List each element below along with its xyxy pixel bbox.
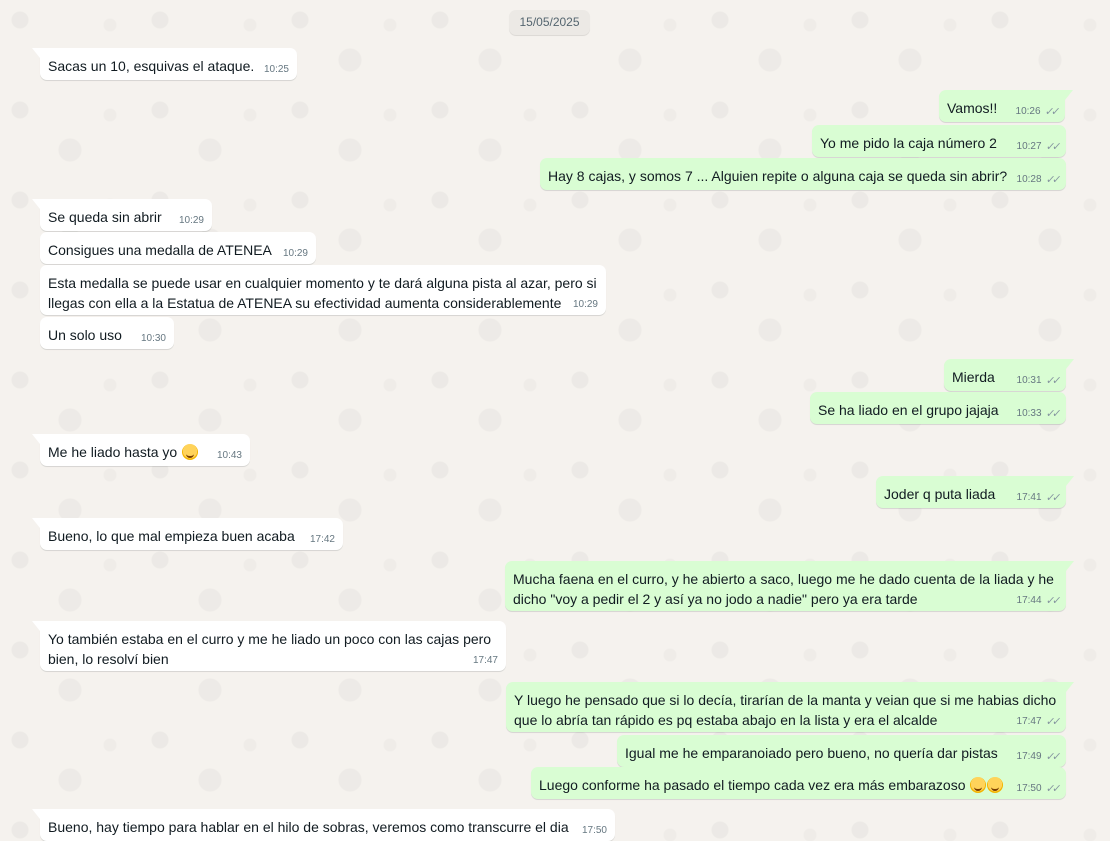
message-time: 17:42 bbox=[309, 534, 335, 545]
message-meta: 10:26 ✓✓ bbox=[1015, 106, 1058, 118]
message-text: Sacas un 10, esquivas el ataque. bbox=[48, 58, 255, 74]
message-time: 10:30 bbox=[140, 333, 166, 344]
message-outgoing[interactable]: Mierda 10:31 ✓✓ bbox=[944, 359, 1074, 391]
message-meta: 10:33 ✓✓ bbox=[1016, 408, 1059, 420]
message-meta: 17:49 ✓✓ bbox=[1016, 751, 1059, 763]
message-meta: 10:43 bbox=[217, 450, 242, 462]
read-receipt-icon: ✓✓ bbox=[1044, 751, 1059, 763]
read-receipt-icon: ✓✓ bbox=[1044, 595, 1059, 607]
message-text: Hay 8 cajas, y somos 7 ... Alguien repit… bbox=[548, 168, 1008, 184]
message-text: Mucha faena en el curro, y he abierto a … bbox=[513, 571, 1054, 607]
message-time: 17:47 bbox=[1016, 716, 1042, 727]
message-meta: 17:42 bbox=[310, 534, 335, 546]
message-text: Igual me he emparanoiado pero bueno, no … bbox=[625, 745, 998, 761]
message-time: 10:43 bbox=[216, 450, 242, 461]
read-receipt-icon: ✓✓ bbox=[1044, 783, 1059, 795]
message-incoming[interactable]: Esta medalla se puede usar en cualquier … bbox=[40, 265, 606, 315]
message-text: Yo me pido la caja número 2 bbox=[820, 135, 997, 151]
message-incoming[interactable]: Me he liado hasta yo 10:43 bbox=[32, 434, 250, 466]
message-text: Se queda sin abrir bbox=[48, 209, 162, 225]
message-text: Se ha liado en el grupo jajaja bbox=[818, 402, 999, 418]
message-time: 10:27 bbox=[1016, 141, 1042, 152]
message-text: Consigues una medalla de ATENEA bbox=[48, 242, 272, 258]
message-time: 10:29 bbox=[282, 248, 308, 259]
read-receipt-icon: ✓✓ bbox=[1044, 492, 1059, 504]
message-text: Bueno, lo que mal empieza buen acaba bbox=[48, 528, 295, 544]
message-meta: 17:50 ✓✓ bbox=[1016, 783, 1059, 795]
message-text: Yo también estaba en el curro y me he li… bbox=[48, 631, 492, 667]
message-text: Mierda bbox=[952, 369, 995, 385]
message-meta: 10:31 ✓✓ bbox=[1016, 375, 1059, 387]
message-outgoing[interactable]: Hay 8 cajas, y somos 7 ... Alguien repit… bbox=[540, 158, 1066, 190]
message-incoming[interactable]: Consigues una medalla de ATENEA 10:29 bbox=[40, 232, 316, 264]
message-meta: 17:50 bbox=[582, 825, 607, 837]
message-incoming[interactable]: Un solo uso 10:30 bbox=[40, 317, 174, 349]
laughing-emoji-icon bbox=[987, 777, 1004, 793]
message-time: 10:31 bbox=[1016, 375, 1042, 386]
message-text: Bueno, hay tiempo para hablar en el hilo… bbox=[48, 819, 569, 835]
message-incoming[interactable]: Bueno, hay tiempo para hablar en el hilo… bbox=[32, 809, 615, 841]
message-time: 10:26 bbox=[1015, 106, 1041, 117]
message-outgoing[interactable]: Vamos!! 10:26 ✓✓ bbox=[939, 90, 1073, 122]
message-text: Y luego he pensado que si lo decía, tira… bbox=[514, 692, 1057, 728]
message-time: 17:41 bbox=[1016, 492, 1042, 503]
message-meta: 10:30 bbox=[141, 333, 166, 345]
message-text: Luego conforme ha pasado el tiempo cada … bbox=[539, 777, 966, 793]
laughing-emoji-icon bbox=[970, 777, 987, 793]
message-meta: 17:41 ✓✓ bbox=[1016, 492, 1059, 504]
message-meta: 17:44 ✓✓ bbox=[1016, 595, 1059, 607]
read-receipt-icon: ✓✓ bbox=[1044, 408, 1059, 420]
message-time: 10:25 bbox=[263, 64, 289, 75]
message-text: Vamos!! bbox=[947, 100, 998, 116]
message-outgoing[interactable]: Mucha faena en el curro, y he abierto a … bbox=[505, 561, 1074, 611]
message-outgoing[interactable]: Yo me pido la caja número 2 10:27 ✓✓ bbox=[812, 125, 1066, 157]
message-time: 17:47 bbox=[472, 655, 498, 666]
message-outgoing[interactable]: Se ha liado en el grupo jajaja 10:33 ✓✓ bbox=[810, 392, 1066, 424]
message-time: 17:49 bbox=[1016, 751, 1042, 762]
read-receipt-icon: ✓✓ bbox=[1044, 141, 1059, 153]
message-incoming[interactable]: Yo también estaba en el curro y me he li… bbox=[32, 621, 506, 671]
message-time: 17:50 bbox=[581, 825, 607, 836]
message-meta: 10:27 ✓✓ bbox=[1016, 141, 1059, 153]
message-incoming[interactable]: Bueno, lo que mal empieza buen acaba 17:… bbox=[32, 518, 343, 550]
message-meta: 10:28 ✓✓ bbox=[1016, 174, 1059, 186]
message-meta: 10:29 bbox=[179, 215, 204, 227]
date-separator: 15/05/2025 bbox=[509, 10, 590, 35]
message-outgoing[interactable]: Joder q puta liada 17:41 ✓✓ bbox=[876, 476, 1074, 508]
chat-message-list[interactable]: 15/05/2025 Sacas un 10, esquivas el ataq… bbox=[0, 0, 1110, 841]
message-time: 17:50 bbox=[1016, 783, 1042, 794]
read-receipt-icon: ✓✓ bbox=[1044, 716, 1059, 728]
laughing-emoji-icon bbox=[182, 444, 199, 460]
message-text: Esta medalla se puede usar en cualquier … bbox=[48, 275, 597, 311]
message-meta: 17:47 ✓✓ bbox=[1016, 716, 1059, 728]
message-outgoing[interactable]: Igual me he emparanoiado pero bueno, no … bbox=[617, 735, 1066, 767]
message-time: 10:28 bbox=[1016, 174, 1042, 185]
message-meta: 17:47 bbox=[473, 655, 498, 667]
message-text: Joder q puta liada bbox=[884, 486, 996, 502]
read-receipt-icon: ✓✓ bbox=[1044, 375, 1059, 387]
message-text: Me he liado hasta yo bbox=[48, 444, 178, 460]
message-time: 10:29 bbox=[572, 299, 598, 310]
message-time: 10:29 bbox=[178, 215, 204, 226]
message-text: Un solo uso bbox=[48, 327, 122, 343]
message-incoming[interactable]: Sacas un 10, esquivas el ataque. 10:25 bbox=[32, 48, 297, 80]
message-meta: 10:25 bbox=[264, 64, 289, 76]
message-meta: 10:29 bbox=[283, 248, 308, 260]
read-receipt-icon: ✓✓ bbox=[1044, 174, 1059, 186]
message-meta: 10:29 bbox=[573, 299, 598, 311]
message-time: 17:44 bbox=[1016, 595, 1042, 606]
read-receipt-icon: ✓✓ bbox=[1043, 106, 1058, 118]
message-outgoing[interactable]: Y luego he pensado que si lo decía, tira… bbox=[506, 682, 1074, 732]
message-incoming[interactable]: Se queda sin abrir 10:29 bbox=[32, 199, 212, 231]
message-outgoing[interactable]: Luego conforme ha pasado el tiempo cada … bbox=[531, 767, 1066, 799]
message-time: 10:33 bbox=[1016, 408, 1042, 419]
